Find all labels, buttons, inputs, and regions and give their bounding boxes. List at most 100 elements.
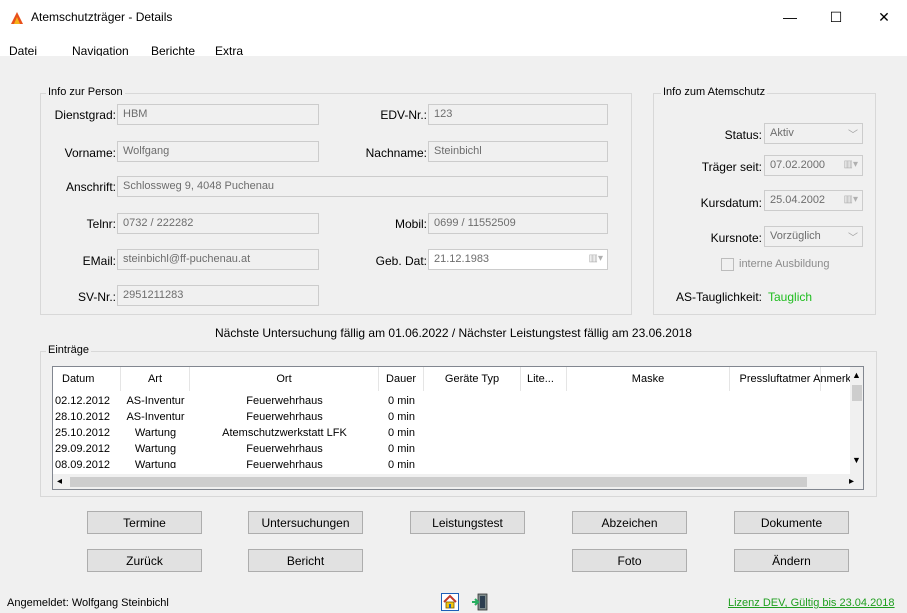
calendar-icon[interactable]: ▥▾ bbox=[844, 159, 858, 170]
tauglichkeit-label: AS-Tauglichkeit: bbox=[675, 290, 762, 304]
telnr-label: Telnr: bbox=[86, 217, 116, 231]
traeger-label: Träger seit: bbox=[701, 160, 762, 174]
cell-dauer: 0 min bbox=[388, 427, 415, 439]
edv-field[interactable]: 123 bbox=[428, 104, 608, 125]
cell-art: AS-Inventur bbox=[126, 395, 185, 407]
foto-button[interactable]: Foto bbox=[572, 549, 687, 572]
close-button[interactable]: ✕ bbox=[861, 0, 907, 34]
vorname-field[interactable]: Wolfgang bbox=[117, 141, 319, 162]
nachname-label: Nachname: bbox=[365, 146, 427, 160]
cell-datum: 02.12.2012 bbox=[55, 395, 111, 407]
mobil-field[interactable]: 0699 / 11552509 bbox=[428, 213, 608, 234]
col-liter[interactable]: Lite... bbox=[521, 367, 567, 391]
note-select[interactable]: Vorzüglich ﹀ bbox=[764, 226, 863, 247]
col-pressluftatmer[interactable]: Pressluftatmer bbox=[730, 367, 821, 391]
note-label: Kursnote: bbox=[710, 231, 762, 245]
chevron-down-icon: ﹀ bbox=[848, 130, 858, 141]
gebdat-value: 21.12.1983 bbox=[434, 253, 490, 265]
nachname-field[interactable]: Steinbichl bbox=[428, 141, 608, 162]
table-row[interactable]: 08.09.2012 Wartung Feuerwehrhaus 0 min bbox=[53, 457, 851, 468]
zurueck-button[interactable]: Zurück bbox=[87, 549, 202, 572]
dienstgrad-field[interactable]: HBM bbox=[117, 104, 319, 125]
bericht-button[interactable]: Bericht bbox=[248, 549, 363, 572]
maximize-button[interactable]: ☐ bbox=[813, 0, 859, 34]
horizontal-scrollbar[interactable]: ◂ ▸ bbox=[53, 474, 863, 489]
scroll-left-icon[interactable]: ◂ bbox=[57, 476, 62, 487]
cell-datum: 29.09.2012 bbox=[55, 443, 111, 455]
status-select[interactable]: Aktiv ﹀ bbox=[764, 123, 863, 144]
edv-label: EDV-Nr.: bbox=[380, 108, 427, 122]
person-group bbox=[40, 93, 632, 315]
table-row[interactable]: 29.09.2012 Wartung Feuerwehrhaus 0 min bbox=[53, 441, 851, 458]
tauglichkeit-value: Tauglich bbox=[768, 290, 813, 304]
cell-ort: Feuerwehrhaus bbox=[246, 459, 323, 468]
cell-dauer: 0 min bbox=[388, 411, 415, 423]
table-row[interactable]: 02.12.2012 AS-Inventur Feuerwehrhaus 0 m… bbox=[53, 393, 851, 410]
scroll-up-icon[interactable]: ▲ bbox=[852, 370, 861, 380]
due-notice: Nächste Untersuchung fällig am 01.06.202… bbox=[215, 326, 692, 340]
scroll-down-icon[interactable]: ▼ bbox=[852, 455, 861, 465]
anschrift-field[interactable]: Schlossweg 9, 4048 Puchenau bbox=[117, 176, 608, 197]
cell-art: Wartung bbox=[134, 459, 177, 468]
svnr-field[interactable]: 2951211283 bbox=[117, 285, 319, 306]
cell-datum: 08.09.2012 bbox=[55, 459, 111, 468]
col-anmerkung[interactable]: Anmerk bbox=[813, 367, 851, 391]
person-group-title: Info zur Person bbox=[46, 86, 125, 98]
gebdat-datepicker[interactable]: 21.12.1983 ▥▾ bbox=[428, 249, 608, 270]
kurs-value: 25.04.2002 bbox=[770, 194, 826, 206]
traeger-value: 07.02.2000 bbox=[770, 159, 826, 171]
interne-ausbildung-checkbox[interactable] bbox=[721, 258, 734, 271]
col-art[interactable]: Art bbox=[121, 367, 190, 391]
email-field[interactable]: steinbichl@ff-puchenau.at bbox=[117, 249, 319, 270]
cell-art: Wartung bbox=[134, 427, 177, 439]
leistungstest-button[interactable]: Leistungstest bbox=[410, 511, 525, 534]
exit-door-icon[interactable] bbox=[471, 593, 489, 611]
minimize-button[interactable]: — bbox=[767, 0, 813, 34]
calendar-icon[interactable]: ▥▾ bbox=[589, 253, 603, 264]
window-title: Atemschutzträger - Details bbox=[31, 10, 173, 24]
traeger-datepicker[interactable]: 07.02.2000 ▥▾ bbox=[764, 155, 863, 176]
cell-ort: Atemschutzwerkstatt LFK bbox=[222, 427, 347, 439]
chevron-down-icon: ﹀ bbox=[848, 233, 858, 244]
scroll-right-icon[interactable]: ▸ bbox=[849, 476, 854, 487]
vorname-label: Vorname: bbox=[64, 146, 116, 160]
svnr-label: SV-Nr.: bbox=[77, 290, 116, 304]
termine-button[interactable]: Termine bbox=[87, 511, 202, 534]
cell-dauer: 0 min bbox=[388, 395, 415, 407]
horizontal-scroll-thumb[interactable] bbox=[70, 477, 807, 487]
dienstgrad-label: Dienstgrad: bbox=[54, 108, 116, 122]
cell-datum: 25.10.2012 bbox=[55, 427, 111, 439]
cell-art: Wartung bbox=[134, 443, 177, 455]
vertical-scroll-thumb[interactable] bbox=[852, 385, 862, 401]
col-dauer[interactable]: Dauer bbox=[379, 367, 424, 391]
telnr-field[interactable]: 0732 / 222282 bbox=[117, 213, 319, 234]
cell-dauer: 0 min bbox=[388, 443, 415, 455]
col-ort[interactable]: Ort bbox=[190, 367, 379, 391]
vertical-scrollbar[interactable]: ▲ ▼ bbox=[850, 367, 863, 474]
table-row[interactable]: 25.10.2012 Wartung Atemschutzwerkstatt L… bbox=[53, 425, 851, 442]
atemschutz-group-title: Info zum Atemschutz bbox=[661, 86, 768, 98]
cell-ort: Feuerwehrhaus bbox=[246, 411, 323, 423]
untersuchungen-button[interactable]: Untersuchungen bbox=[248, 511, 363, 534]
aendern-button[interactable]: Ändern bbox=[734, 549, 849, 572]
calendar-icon[interactable]: ▥▾ bbox=[844, 194, 858, 205]
cell-art: AS-Inventur bbox=[126, 411, 185, 423]
cell-datum: 28.10.2012 bbox=[55, 411, 111, 423]
col-geraete-typ[interactable]: Geräte Typ bbox=[424, 367, 521, 391]
kurs-label: Kursdatum: bbox=[700, 196, 762, 210]
cell-dauer: 0 min bbox=[388, 459, 415, 468]
col-datum[interactable]: Datum bbox=[53, 367, 121, 391]
kurs-datepicker[interactable]: 25.04.2002 ▥▾ bbox=[764, 190, 863, 211]
col-maske[interactable]: Maske bbox=[567, 367, 730, 391]
entries-list[interactable]: Datum Art Ort Dauer Geräte Typ Lite... M… bbox=[52, 366, 864, 490]
home-icon[interactable] bbox=[441, 593, 459, 611]
abzeichen-button[interactable]: Abzeichen bbox=[572, 511, 687, 534]
menu-bar bbox=[0, 34, 907, 56]
dokumente-button[interactable]: Dokumente bbox=[734, 511, 849, 534]
license-link[interactable]: Lizenz DEV, Gültig bis 23.04.2018 bbox=[728, 597, 895, 609]
status-value: Aktiv bbox=[770, 127, 794, 139]
email-label: EMail: bbox=[82, 254, 116, 268]
mobil-label: Mobil: bbox=[394, 217, 427, 231]
entries-group-title: Einträge bbox=[46, 344, 91, 356]
table-row[interactable]: 28.10.2012 AS-Inventur Feuerwehrhaus 0 m… bbox=[53, 409, 851, 426]
